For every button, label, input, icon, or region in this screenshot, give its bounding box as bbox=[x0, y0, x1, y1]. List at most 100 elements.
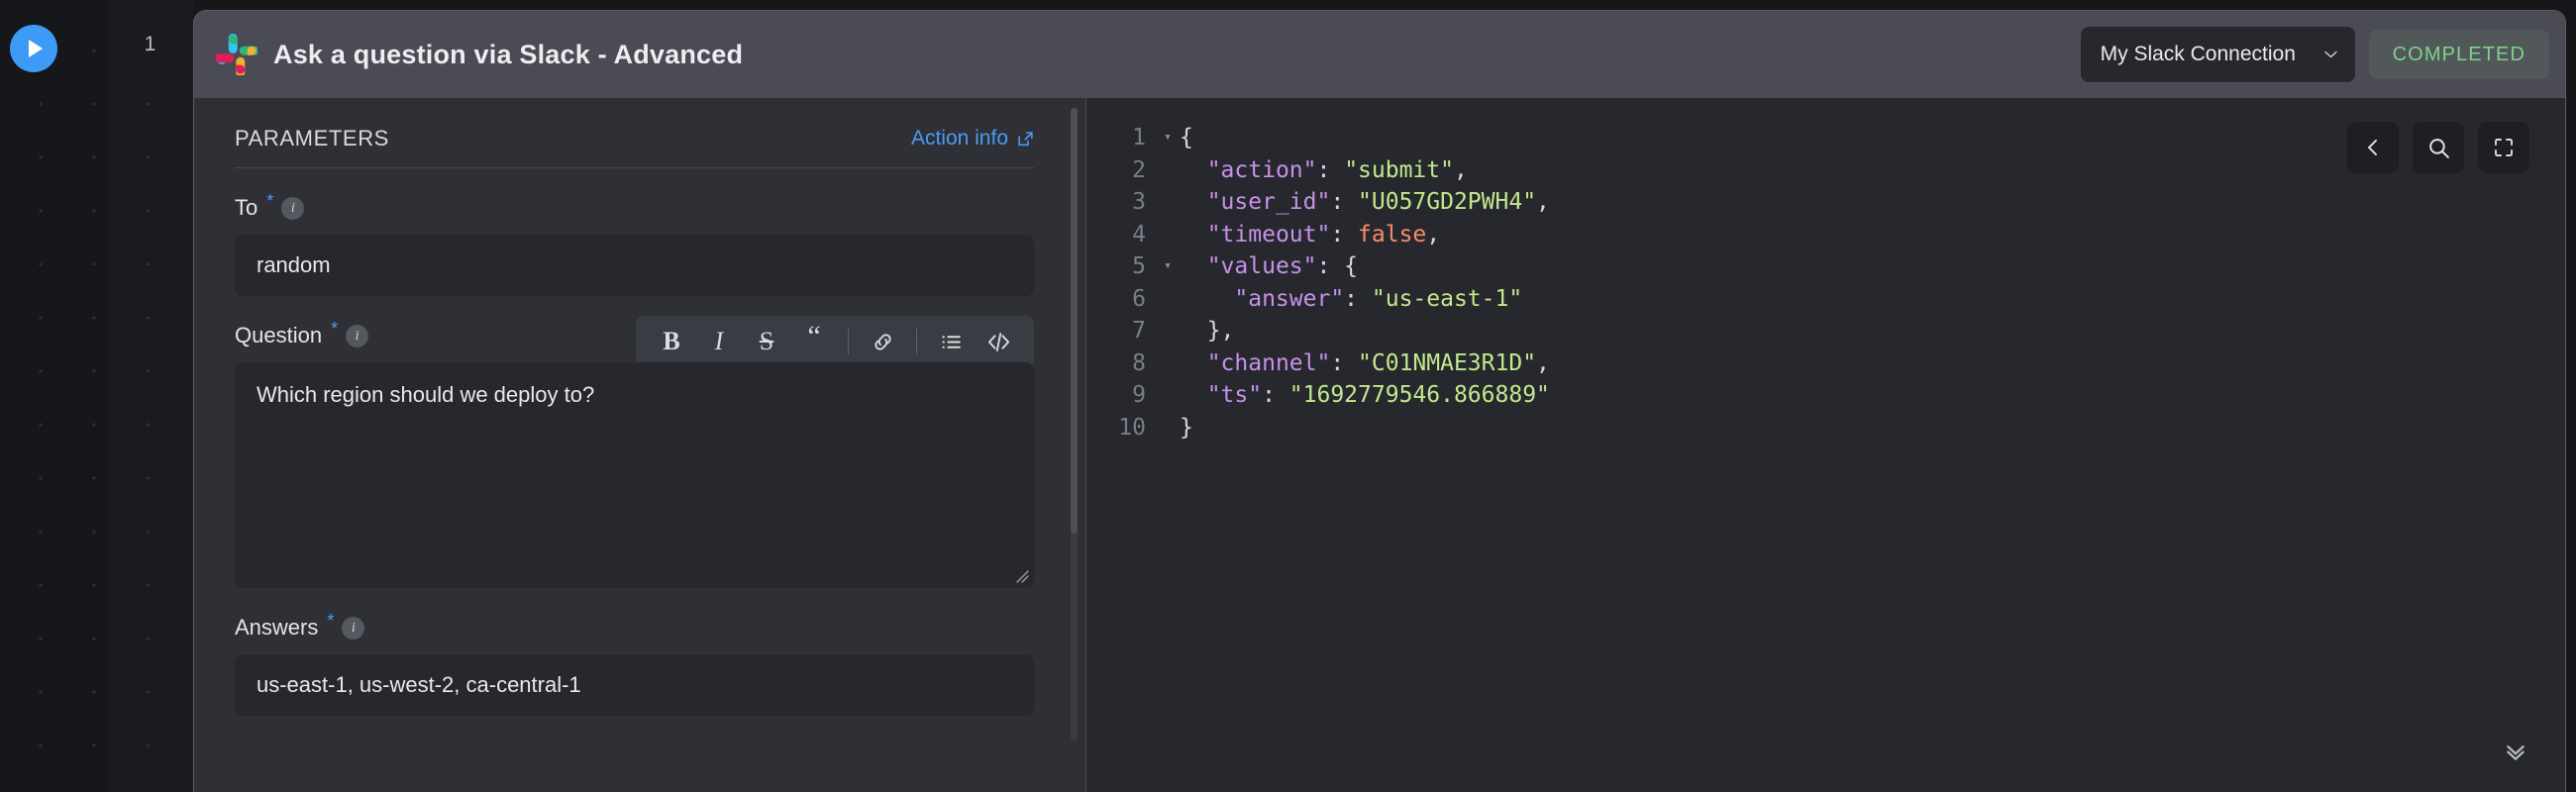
code-line: 7 }, bbox=[1086, 315, 2565, 347]
fold-toggle-icon[interactable]: ▾ bbox=[1156, 122, 1180, 154]
card-body: PARAMETERS Action info To * i random Que… bbox=[194, 98, 2565, 792]
line-number: 10 bbox=[1118, 414, 1146, 441]
to-input[interactable]: random bbox=[235, 235, 1034, 296]
question-value: Which region should we deploy to? bbox=[257, 382, 595, 407]
header-actions: My Slack Connection COMPLETED bbox=[2080, 27, 2549, 82]
parameters-panel: PARAMETERS Action info To * i random Que… bbox=[194, 98, 1085, 792]
parameters-scrollbar[interactable] bbox=[1071, 108, 1078, 742]
field-question-label: Question bbox=[235, 323, 323, 347]
code-text: "ts": "1692779546.866889" bbox=[1206, 382, 1550, 408]
question-textarea[interactable]: Which region should we deploy to? bbox=[235, 362, 1034, 588]
line-number: 2 bbox=[1132, 156, 1146, 183]
double-chevron-down-icon[interactable] bbox=[2496, 734, 2535, 767]
info-icon[interactable]: i bbox=[281, 197, 305, 220]
field-to-label-row: To * i bbox=[235, 191, 1034, 224]
link-icon[interactable] bbox=[861, 320, 904, 363]
toolbar-separator bbox=[916, 329, 917, 354]
card-title: Ask a question via Slack - Advanced bbox=[273, 39, 744, 69]
line-number: 7 bbox=[1132, 318, 1146, 344]
code-line: 6 "answer": "us-east-1" bbox=[1086, 283, 2565, 316]
code-text: "action": "submit", bbox=[1206, 156, 1468, 183]
italic-icon[interactable]: I bbox=[697, 320, 741, 363]
connection-select[interactable]: My Slack Connection bbox=[2080, 27, 2355, 82]
code-line: 4 "timeout": false, bbox=[1086, 219, 2565, 251]
code-line: 8 "channel": "C01NMAE3R1D", bbox=[1086, 347, 2565, 380]
field-question: Question * i B I S “ Which region should… bbox=[235, 316, 1034, 588]
bold-icon[interactable]: B bbox=[650, 320, 693, 363]
blockquote-icon[interactable]: “ bbox=[792, 320, 836, 363]
code-line: 3 "user_id": "U057GD2PWH4", bbox=[1086, 186, 2565, 219]
fold-toggle-icon[interactable]: ▾ bbox=[1156, 250, 1180, 283]
slack-logo-icon bbox=[216, 34, 258, 75]
run-step-button[interactable] bbox=[10, 25, 57, 72]
code-line: 5 ▾ "values": { bbox=[1086, 250, 2565, 283]
info-icon[interactable]: i bbox=[346, 325, 369, 347]
line-number: 6 bbox=[1132, 285, 1146, 312]
fullscreen-icon[interactable] bbox=[2478, 122, 2529, 173]
code-text: } bbox=[1180, 414, 1193, 441]
code-text: "timeout": false, bbox=[1206, 221, 1441, 248]
chevron-down-icon bbox=[2323, 50, 2337, 58]
field-to: To * i random bbox=[235, 191, 1034, 296]
action-info-label: Action info bbox=[910, 127, 1008, 149]
field-to-label: To bbox=[235, 195, 258, 220]
code-line: 10} bbox=[1086, 412, 2565, 445]
back-chevron-icon[interactable] bbox=[2347, 122, 2399, 173]
required-marker: * bbox=[331, 319, 339, 339]
code-panel-tools bbox=[2347, 122, 2529, 173]
parameters-heading: PARAMETERS bbox=[235, 126, 389, 150]
code-text: "user_id": "U057GD2PWH4", bbox=[1206, 189, 1550, 215]
external-link-icon bbox=[1018, 131, 1033, 146]
field-question-label-row: Question * i B I S “ bbox=[235, 316, 1034, 367]
code-text: { bbox=[1180, 125, 1193, 150]
json-output[interactable]: 1 ▾{2 "action": "submit", 3 "user_id": "U0… bbox=[1086, 122, 2565, 444]
code-line: 2 "action": "submit", bbox=[1086, 154, 2565, 187]
resize-handle[interactable] bbox=[1011, 565, 1029, 583]
status-badge: COMPLETED bbox=[2368, 30, 2549, 79]
line-number: 5 bbox=[1132, 253, 1146, 279]
field-answers-label-row: Answers * i bbox=[235, 611, 1034, 644]
code-text: "answer": "us-east-1" bbox=[1234, 285, 1523, 312]
strikethrough-icon[interactable]: S bbox=[745, 320, 788, 363]
rich-text-toolbar: B I S “ bbox=[636, 316, 1034, 367]
step-rail bbox=[107, 0, 193, 792]
code-icon[interactable] bbox=[977, 320, 1020, 363]
toolbar-separator bbox=[848, 329, 849, 354]
parameters-header: PARAMETERS Action info bbox=[235, 126, 1034, 168]
field-answers: Answers * i us-east-1, us-west-2, ca-cen… bbox=[235, 611, 1034, 716]
required-marker: * bbox=[266, 191, 274, 211]
required-marker: * bbox=[327, 611, 335, 631]
info-icon[interactable]: i bbox=[342, 617, 365, 640]
answers-input[interactable]: us-east-1, us-west-2, ca-central-1 bbox=[235, 654, 1034, 716]
bullet-list-icon[interactable] bbox=[929, 320, 973, 363]
code-line: 9 "ts": "1692779546.866889" bbox=[1086, 379, 2565, 412]
line-number: 1 bbox=[1132, 125, 1146, 150]
play-icon bbox=[29, 40, 43, 57]
code-text: "values": { bbox=[1206, 253, 1359, 279]
card-header: Ask a question via Slack - Advanced My S… bbox=[194, 11, 2565, 98]
output-code-panel: 1 ▾{2 "action": "submit", 3 "user_id": "U0… bbox=[1086, 98, 2565, 792]
line-number: 4 bbox=[1132, 221, 1146, 248]
connection-label: My Slack Connection bbox=[2100, 43, 2296, 65]
field-answers-label: Answers bbox=[235, 615, 319, 640]
step-number: 1 bbox=[144, 33, 156, 55]
line-number: 9 bbox=[1132, 382, 1146, 408]
code-line: 1 ▾{ bbox=[1086, 122, 2565, 154]
action-info-link[interactable]: Action info bbox=[911, 127, 1034, 150]
code-text: }, bbox=[1206, 318, 1235, 344]
search-icon[interactable] bbox=[2413, 122, 2464, 173]
workflow-canvas: 1 Ask a question via Slack - Advanced My… bbox=[0, 0, 2576, 792]
line-number: 3 bbox=[1132, 189, 1146, 215]
code-text: "channel": "C01NMAE3R1D", bbox=[1206, 349, 1550, 376]
line-number: 8 bbox=[1132, 349, 1146, 376]
action-card: Ask a question via Slack - Advanced My S… bbox=[193, 10, 2566, 792]
scrollbar-thumb[interactable] bbox=[1071, 108, 1078, 534]
